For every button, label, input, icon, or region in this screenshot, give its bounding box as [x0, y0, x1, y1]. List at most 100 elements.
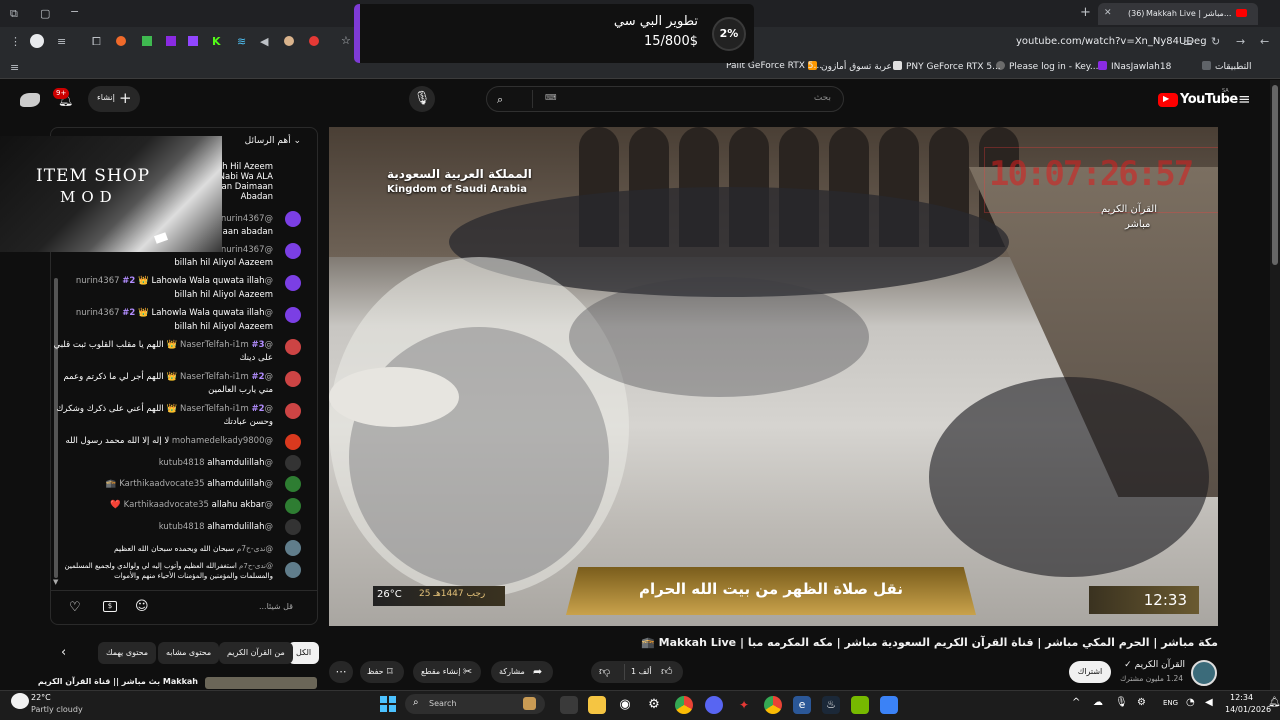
emoji-icon[interactable]: ☺	[135, 599, 149, 614]
search-box[interactable]: ⌕ ⌨ بحث	[486, 86, 844, 112]
clock-date[interactable]: 14/01/2026	[1225, 705, 1271, 714]
more-options-icon[interactable]: ⋯	[329, 661, 353, 683]
avatar[interactable]	[285, 498, 301, 514]
chip-for-you[interactable]: محتوى يهمك	[98, 642, 157, 664]
chrome-profile-icon[interactable]	[764, 696, 782, 714]
extension-orange-icon[interactable]	[116, 36, 126, 46]
steam-icon[interactable]: ♨	[822, 696, 840, 714]
extension-wave-icon[interactable]: ≋	[237, 35, 246, 48]
extension-avatar-icon[interactable]	[284, 36, 294, 46]
app-blue-icon[interactable]	[880, 696, 898, 714]
bookmark-nasjawlah[interactable]: INasJawlah18	[1098, 61, 1171, 72]
chip-quran[interactable]: من القرآن الكريم	[219, 642, 293, 664]
hamburger-menu-icon[interactable]: ≡	[1238, 90, 1251, 108]
avatar[interactable]	[285, 519, 301, 535]
keyboard-icon[interactable]: ⌨	[545, 93, 557, 102]
video-player[interactable]: المملكة العربية السعودية Kingdom of Saud…	[329, 127, 1218, 626]
extension-twitch-icon[interactable]	[188, 36, 198, 46]
avatar[interactable]	[285, 339, 301, 355]
file-explorer-icon[interactable]	[588, 696, 606, 714]
clock-time[interactable]: 12:34	[1230, 693, 1253, 702]
next-video-title[interactable]: بث مباشر || قناة القرآن الكريم Makkah	[38, 677, 198, 686]
app-red-icon[interactable]: ✦	[735, 696, 753, 714]
create-button[interactable]: إنشاء +	[88, 86, 140, 112]
share-button[interactable]: مشاركة ➦	[491, 661, 553, 683]
avatar[interactable]	[285, 243, 301, 259]
search-icon[interactable]: ⌕	[497, 93, 503, 107]
chat-input[interactable]: قل شيئا...	[259, 602, 293, 611]
avatar[interactable]	[285, 307, 301, 323]
window-restore-icon[interactable]: ⧉	[10, 7, 18, 21]
heart-icon[interactable]: ♡	[69, 600, 81, 615]
scrollbar-thumb[interactable]	[1272, 85, 1278, 265]
square-icon[interactable]: ▢	[40, 7, 50, 20]
extension-icon[interactable]: ≡	[57, 35, 66, 48]
url-text[interactable]: youtube.com/watch?v=Xn_Ny84UDeg	[1016, 36, 1207, 47]
tune-icon[interactable]: ⚌	[1183, 35, 1193, 48]
tray-cloud-icon[interactable]: ☁	[1093, 697, 1103, 708]
tray-chevron-icon[interactable]: ^	[1072, 697, 1080, 708]
save-button[interactable]: حفظ ⌑	[360, 661, 404, 683]
notification-bell-icon[interactable]: 🔔︎	[1268, 697, 1280, 708]
app-circle-icon[interactable]: ◉	[616, 696, 634, 714]
tray-app-icon[interactable]: ⚙	[1137, 697, 1146, 708]
taskbar-search[interactable]: ⌕ Search	[405, 694, 545, 714]
clip-button[interactable]: إنشاء مقطع ✂	[413, 661, 481, 683]
windows-start-icon[interactable]	[380, 696, 396, 712]
extension-green-icon[interactable]	[142, 36, 152, 46]
channel-name[interactable]: القرآن الكريم ✓	[1124, 660, 1185, 670]
active-tab[interactable]: ✕ (36) Makkah Live | مباشر...	[1098, 3, 1258, 25]
discord-icon[interactable]	[705, 696, 723, 714]
avatar[interactable]	[285, 476, 301, 492]
forward-icon[interactable]: →	[1236, 35, 1245, 48]
extension-purple-icon[interactable]	[166, 36, 176, 46]
like-icon[interactable]: 👍︎	[661, 661, 673, 683]
minimize-icon[interactable]: −	[70, 5, 79, 18]
chat-header[interactable]: أهم الرسائل ⌄	[245, 136, 301, 146]
avatar[interactable]	[20, 93, 40, 107]
menu-dots-icon[interactable]: ⋮	[10, 35, 21, 48]
avatar[interactable]	[285, 371, 301, 387]
task-view-icon[interactable]	[560, 696, 578, 714]
chevron-left-icon[interactable]: ‹	[61, 645, 66, 660]
tray-mic-icon[interactable]: 🎙︎	[1115, 697, 1128, 708]
extension-red-icon[interactable]	[309, 36, 319, 46]
tab-close-icon[interactable]: ✕	[1104, 8, 1112, 18]
wifi-icon[interactable]: ◔	[1186, 697, 1195, 708]
volume-icon[interactable]: ◀	[260, 35, 268, 48]
volume-icon[interactable]: ◀	[1205, 697, 1213, 708]
dislike-icon[interactable]: 👎︎	[599, 661, 610, 683]
avatar[interactable]	[285, 275, 301, 291]
bookmark-pny[interactable]: PNY GeForce RTX 5...	[893, 61, 1001, 72]
tray-language[interactable]: ENG	[1163, 699, 1178, 707]
reload-icon[interactable]: ↻	[1211, 35, 1220, 48]
edge-icon[interactable]: e	[793, 696, 811, 714]
extension-kick-icon[interactable]: K	[212, 35, 221, 48]
avatar[interactable]	[285, 540, 301, 556]
next-video-thumbnail[interactable]	[205, 677, 317, 689]
weather-icon[interactable]	[11, 693, 29, 709]
channel-avatar[interactable]	[1191, 660, 1217, 686]
search-input[interactable]: بحث	[814, 93, 831, 103]
microphone-icon[interactable]: 🎙︎	[409, 86, 435, 112]
profile-icon[interactable]	[30, 34, 44, 48]
settings-gear-icon[interactable]: ⚙	[645, 696, 663, 714]
chip-similar[interactable]: محتوى مشابه	[158, 642, 220, 664]
avatar[interactable]	[285, 434, 301, 450]
avatar[interactable]	[285, 211, 301, 227]
puzzle-icon[interactable]: ⧠	[92, 35, 101, 49]
super-chat-icon[interactable]: $	[103, 601, 117, 612]
bookmark-keylogin[interactable]: Please log in - Key...	[996, 61, 1098, 72]
nvidia-icon[interactable]	[851, 696, 869, 714]
scroll-down-icon[interactable]: ▼	[53, 578, 58, 586]
star-icon[interactable]: ☆	[341, 34, 351, 47]
bookmark-apps[interactable]: التطبيقات	[1202, 61, 1252, 72]
chat-scrollbar[interactable]	[54, 278, 58, 578]
avatar[interactable]	[285, 403, 301, 419]
bookmarks-menu-icon[interactable]: ≡	[10, 61, 19, 74]
avatar[interactable]	[285, 562, 301, 578]
new-tab-icon[interactable]: +	[1080, 5, 1091, 20]
subscribe-button[interactable]: اشتراك	[1069, 661, 1111, 683]
chrome-icon[interactable]	[675, 696, 693, 714]
avatar[interactable]	[285, 455, 301, 471]
